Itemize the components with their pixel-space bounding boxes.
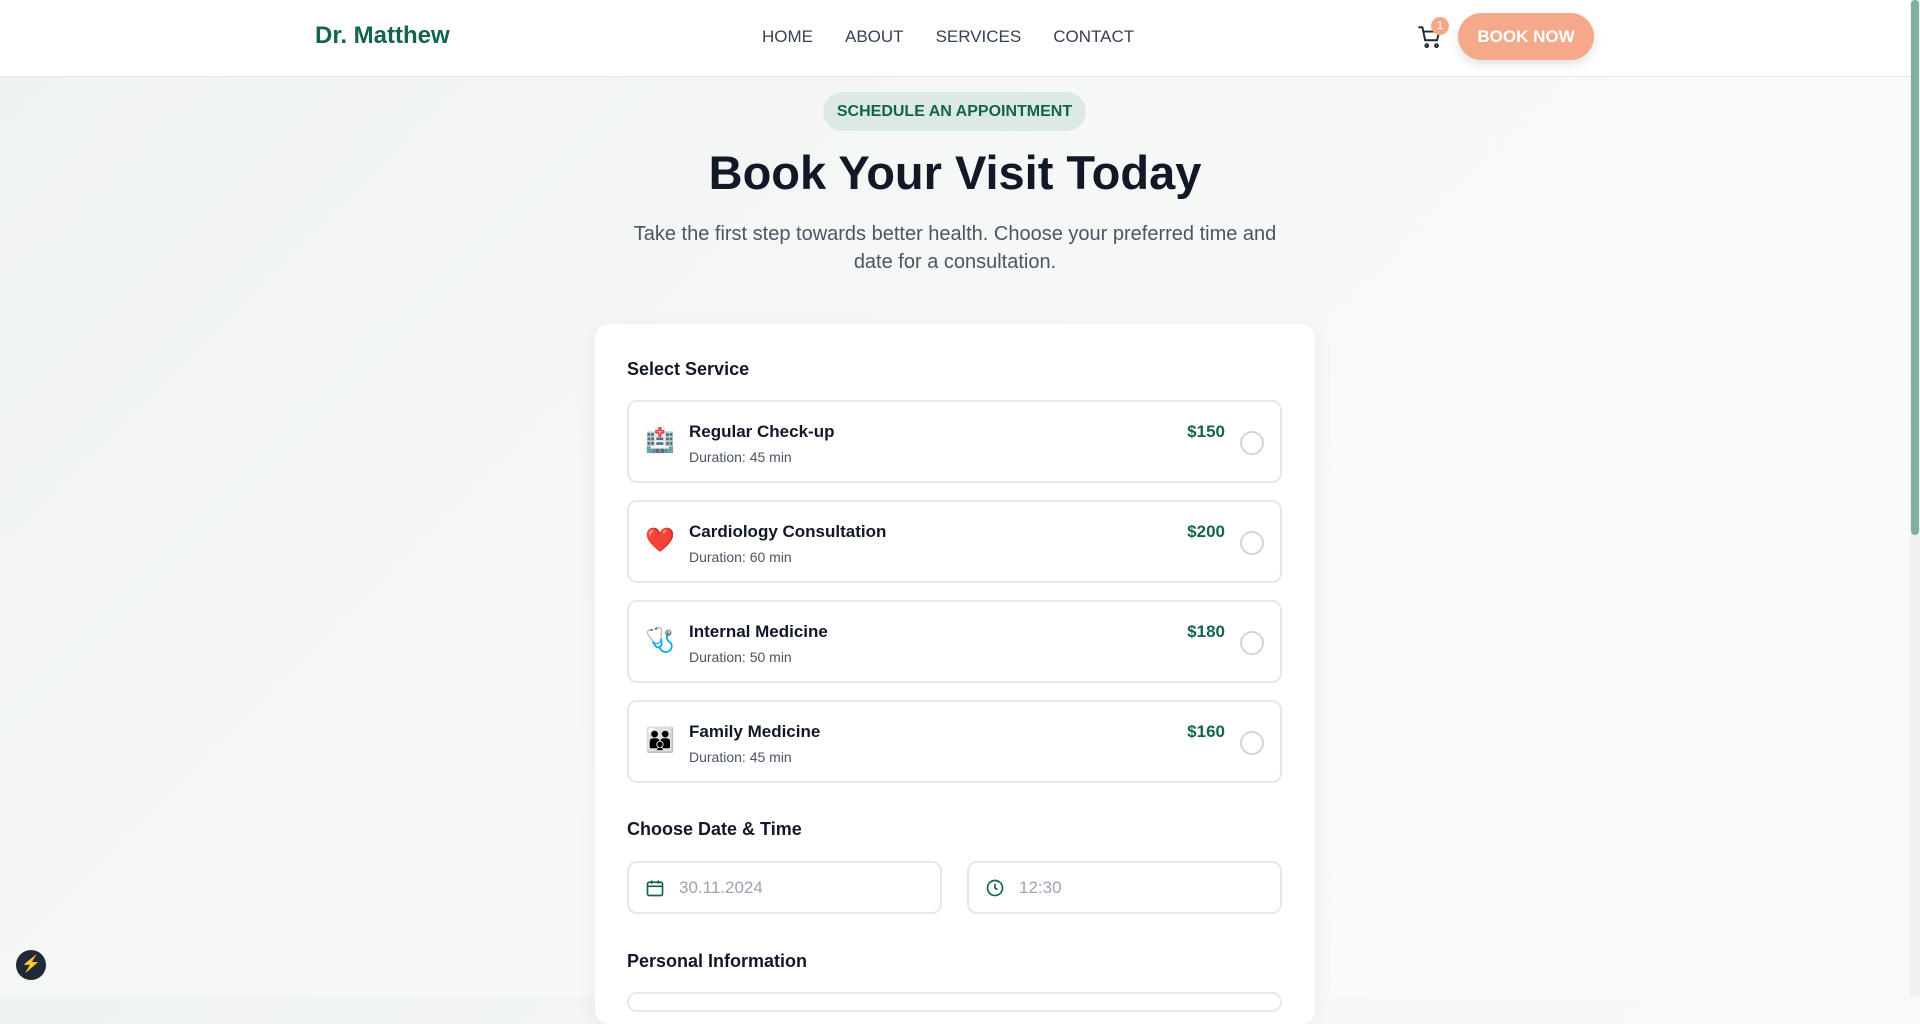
heart-icon: ❤️ <box>645 527 675 554</box>
clock-icon <box>986 879 1004 897</box>
service-option-internal-medicine[interactable]: 🩺 Internal Medicine Duration: 50 min $18… <box>627 600 1282 683</box>
cart-count-badge: 1 <box>1431 17 1449 35</box>
nav-contact[interactable]: CONTACT <box>1053 27 1134 47</box>
service-option-regular-checkup[interactable]: 🏥 Regular Check-up Duration: 45 min $150 <box>627 400 1282 483</box>
service-duration: Duration: 50 min <box>689 649 792 665</box>
service-radio[interactable] <box>1240 531 1264 555</box>
time-value: 12:30 <box>1019 878 1062 897</box>
calendar-icon <box>646 880 664 897</box>
nav-services[interactable]: SERVICES <box>936 27 1022 47</box>
service-price: $160 <box>1187 722 1225 741</box>
service-radio[interactable] <box>1240 431 1264 455</box>
section-badge: SCHEDULE AN APPOINTMENT <box>823 92 1086 131</box>
service-name: Family Medicine <box>689 722 821 741</box>
service-duration: Duration: 45 min <box>689 749 792 765</box>
service-name: Cardiology Consultation <box>689 522 887 541</box>
service-price: $180 <box>1187 622 1225 641</box>
service-name: Internal Medicine <box>689 622 828 641</box>
nav-about[interactable]: ABOUT <box>845 27 904 47</box>
service-name: Regular Check-up <box>689 422 835 441</box>
service-option-family-medicine[interactable]: 👪 Family Medicine Duration: 45 min $160 <box>627 700 1282 783</box>
scrollbar-thumb[interactable] <box>1911 0 1919 535</box>
logo[interactable]: Dr. Matthew <box>315 22 450 50</box>
scrollbar[interactable] <box>1910 0 1920 997</box>
lightning-icon[interactable]: ⚡ <box>16 950 46 980</box>
service-radio[interactable] <box>1240 631 1264 655</box>
nav-home[interactable]: HOME <box>762 27 813 47</box>
service-radio[interactable] <box>1240 731 1264 755</box>
service-price: $150 <box>1187 422 1225 441</box>
stethoscope-icon: 🩺 <box>645 627 675 654</box>
date-value: 30.11.2024 <box>679 878 763 897</box>
service-price: $200 <box>1187 522 1225 541</box>
date-input[interactable]: 30.11.2024 <box>627 861 942 914</box>
hospital-icon: 🏥 <box>645 427 675 454</box>
family-icon: 👪 <box>645 727 675 754</box>
time-input[interactable]: 12:30 <box>967 861 1282 914</box>
book-now-button[interactable]: BOOK NOW <box>1458 13 1594 60</box>
nav-links: HOME ABOUT SERVICES CONTACT <box>762 27 1134 47</box>
personal-info-input[interactable] <box>627 992 1282 1012</box>
page-subtitle: Take the first step towards better healt… <box>633 223 1277 273</box>
service-duration: Duration: 60 min <box>689 549 792 565</box>
service-duration: Duration: 45 min <box>689 449 792 465</box>
top-navbar: Dr. Matthew HOME ABOUT SERVICES CONTACT … <box>0 0 1910 77</box>
personal-info-heading: Personal Information <box>627 951 808 971</box>
date-time-heading: Choose Date & Time <box>627 819 802 839</box>
service-option-cardiology[interactable]: ❤️ Cardiology Consultation Duration: 60 … <box>627 500 1282 583</box>
page-title: Book Your Visit Today <box>708 146 1202 199</box>
select-service-heading: Select Service <box>627 359 750 379</box>
